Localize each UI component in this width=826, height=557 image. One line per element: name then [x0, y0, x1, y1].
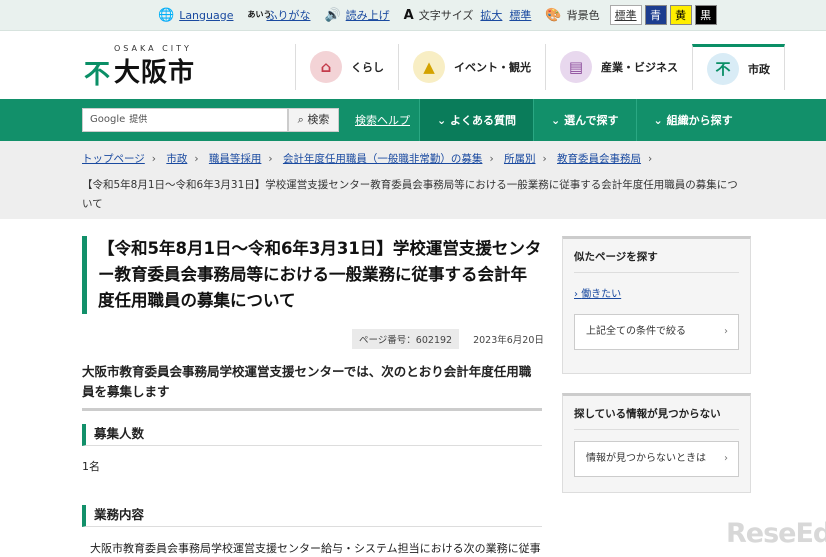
breadcrumb-item[interactable]: 教育委員会事務局	[557, 153, 641, 165]
not-found-title: 探している情報が見つからない	[574, 408, 721, 420]
search-input[interactable]: Google 提供	[82, 108, 288, 132]
furigana-label: ふりがな	[266, 9, 311, 22]
breadcrumb-current: 【令和5年8月1日～令和6年3月31日】学校運営支援センター教育委員会事務局等に…	[82, 179, 738, 210]
building-icon: ▤	[560, 51, 592, 83]
breadcrumb-links: トップページ › 市政 › 職員等採用 › 会計年度任用職員（一般職非常勤）の募集 › …	[82, 151, 659, 166]
chevron-right-icon: ›	[151, 153, 156, 165]
furigana-icon: あいう	[247, 10, 272, 19]
page-date: 2023年6月20日	[473, 335, 544, 346]
read-aloud-link[interactable]: 🔊 読み上げ	[324, 7, 389, 23]
chevron-right-icon: ›	[574, 289, 578, 300]
gnav-label: イベント・観光	[454, 61, 531, 74]
translate-icon: 🌐	[158, 7, 175, 23]
search-button[interactable]: ⌕ 検索	[288, 108, 339, 132]
gnav-label: 市政	[748, 62, 770, 76]
chevron-down-icon: ⌄	[551, 113, 565, 127]
site-header: OSAKA CITY 不 大阪市 ⌂ くらし ▲ イベント・観光 ▤ 産業・ビジ…	[0, 31, 826, 99]
speaker-icon: 🔊	[324, 7, 341, 23]
section-heading-duties: 業務内容	[82, 505, 542, 527]
gnav-label: くらし	[351, 61, 384, 74]
band-nav-label: 選んで探す	[564, 114, 619, 127]
bg-yellow-button[interactable]: 黄	[669, 5, 692, 25]
language-label: Language	[179, 8, 234, 22]
band-nav: ⌄ よくある質問 ⌄ 選んで探す ⌄ 組織から探す	[419, 99, 750, 141]
text-size-group: A 文字サイズ 拡大 標準	[404, 7, 532, 23]
text-size-label: 文字サイズ	[418, 9, 474, 22]
section-text-duties: 大阪市教育委員会事務局学校運営支援センター給与・システム担当における次の業務に従…	[90, 542, 541, 555]
filter-all-label: 上記全ての条件で絞る	[586, 326, 686, 337]
background-color-group: 🎨 背景色 標準 青 黄 黒	[545, 5, 717, 25]
search-band: Google 提供 ⌕ 検索 検索ヘルプ ⌄ よくある質問 ⌄ 選んで探す ⌄ 組…	[0, 99, 826, 141]
search-placeholder: 提供	[129, 115, 148, 125]
search-provider: Google	[90, 114, 126, 125]
band-nav-label: 組織から探す	[666, 114, 733, 127]
palette-icon: 🎨	[545, 7, 562, 23]
not-found-button[interactable]: 情報が見つからないときは ›	[574, 441, 739, 477]
language-link[interactable]: 🌐 Language	[158, 8, 233, 23]
similar-link-label: 働きたい	[581, 289, 622, 300]
org-search-nav[interactable]: ⌄ 組織から探す	[635, 99, 750, 141]
breadcrumb: トップページ › 市政 › 職員等採用 › 会計年度任用職員（一般職非常勤）の募集 › …	[0, 141, 826, 219]
house-icon: ⌂	[310, 51, 342, 83]
chevron-right-icon: ›	[268, 153, 273, 165]
choose-search-nav[interactable]: ⌄ 選んで探す	[533, 99, 636, 141]
chevron-down-icon: ⌄	[653, 113, 667, 127]
similar-pages-box: 似たページを探す › 働きたい 上記全ての条件で絞る ›	[562, 236, 751, 374]
text-size-enlarge[interactable]: 拡大	[480, 7, 502, 23]
page-lead: 大阪市教育委員会事務局学校運営支援センターでは、次のとおり会計年度任用職員を募集…	[82, 362, 542, 411]
global-nav: ⌂ くらし ▲ イベント・観光 ▤ 産業・ビジネス 不 市政	[295, 44, 785, 90]
logo-name: 大阪市	[114, 58, 196, 88]
filter-all-button[interactable]: 上記全ての条件で絞る ›	[574, 314, 739, 350]
gnav-label: 産業・ビジネス	[601, 61, 678, 74]
bg-standard-button[interactable]: 標準	[609, 5, 642, 25]
bg-blue-button[interactable]: 青	[644, 5, 667, 25]
breadcrumb-item[interactable]: 職員等採用	[209, 153, 262, 165]
chevron-right-icon: ›	[194, 153, 199, 165]
gnav-kurashi[interactable]: ⌂ くらし	[295, 44, 398, 90]
city-emblem-icon: 不	[84, 60, 111, 90]
utility-bar: 🌐 Language あいう ふりがな 🔊 読み上げ A 文字サイズ 拡大 標準…	[0, 0, 826, 31]
section-heading-recruits: 募集人数	[82, 424, 542, 446]
search-help-link[interactable]: 検索ヘルプ	[355, 112, 410, 128]
breadcrumb-item[interactable]: 会計年度任用職員（一般職非常勤）の募集	[283, 153, 483, 165]
similar-link-work[interactable]: › 働きたい	[563, 273, 750, 314]
gnav-event[interactable]: ▲ イベント・観光	[398, 44, 545, 90]
event-icon: ▲	[413, 51, 445, 83]
city-emblem-icon: 不	[707, 52, 739, 85]
background-color-label: 背景色	[566, 9, 600, 22]
page-title: 【令和5年8月1日～令和6年3月31日】学校運営支援センター教育委員会事務局等に…	[82, 236, 542, 314]
gnav-business[interactable]: ▤ 産業・ビジネス	[545, 44, 692, 90]
breadcrumb-item[interactable]: 所属別	[504, 153, 536, 165]
chevron-down-icon: ⌄	[437, 113, 451, 127]
read-aloud-label: 読み上げ	[345, 9, 390, 22]
band-nav-label: よくある質問	[450, 114, 517, 127]
furigana-link[interactable]: あいう ふりがな	[247, 7, 310, 23]
page-meta: ページ番号：602192 2023年6月20日	[352, 329, 544, 349]
text-size-icon: A	[403, 7, 414, 23]
similar-pages-title: 似たページを探す	[574, 251, 658, 263]
section-text-recruits: 1名	[82, 460, 100, 473]
bg-black-button[interactable]: 黒	[694, 5, 717, 25]
gnav-shisei[interactable]: 不 市政	[692, 44, 785, 90]
chevron-right-icon: ›	[542, 153, 547, 165]
chevron-right-icon: ›	[724, 453, 728, 464]
search-icon: ⌕	[297, 113, 304, 126]
page-id: ページ番号：602192	[352, 329, 460, 349]
chevron-right-icon: ›	[648, 153, 653, 165]
chevron-right-icon: ›	[724, 326, 728, 337]
breadcrumb-item[interactable]: 市政	[166, 153, 187, 165]
not-found-label: 情報が見つからないときは	[586, 453, 706, 464]
breadcrumb-item[interactable]: トップページ	[82, 153, 145, 165]
not-found-box: 探している情報が見つからない 情報が見つからないときは ›	[562, 393, 751, 493]
text-size-standard[interactable]: 標準	[509, 7, 531, 23]
watermark-logo: ReseEd	[726, 518, 826, 549]
chevron-right-icon: ›	[489, 153, 494, 165]
faq-nav[interactable]: ⌄ よくある質問	[419, 99, 534, 141]
search-button-label: 検索	[307, 113, 330, 126]
